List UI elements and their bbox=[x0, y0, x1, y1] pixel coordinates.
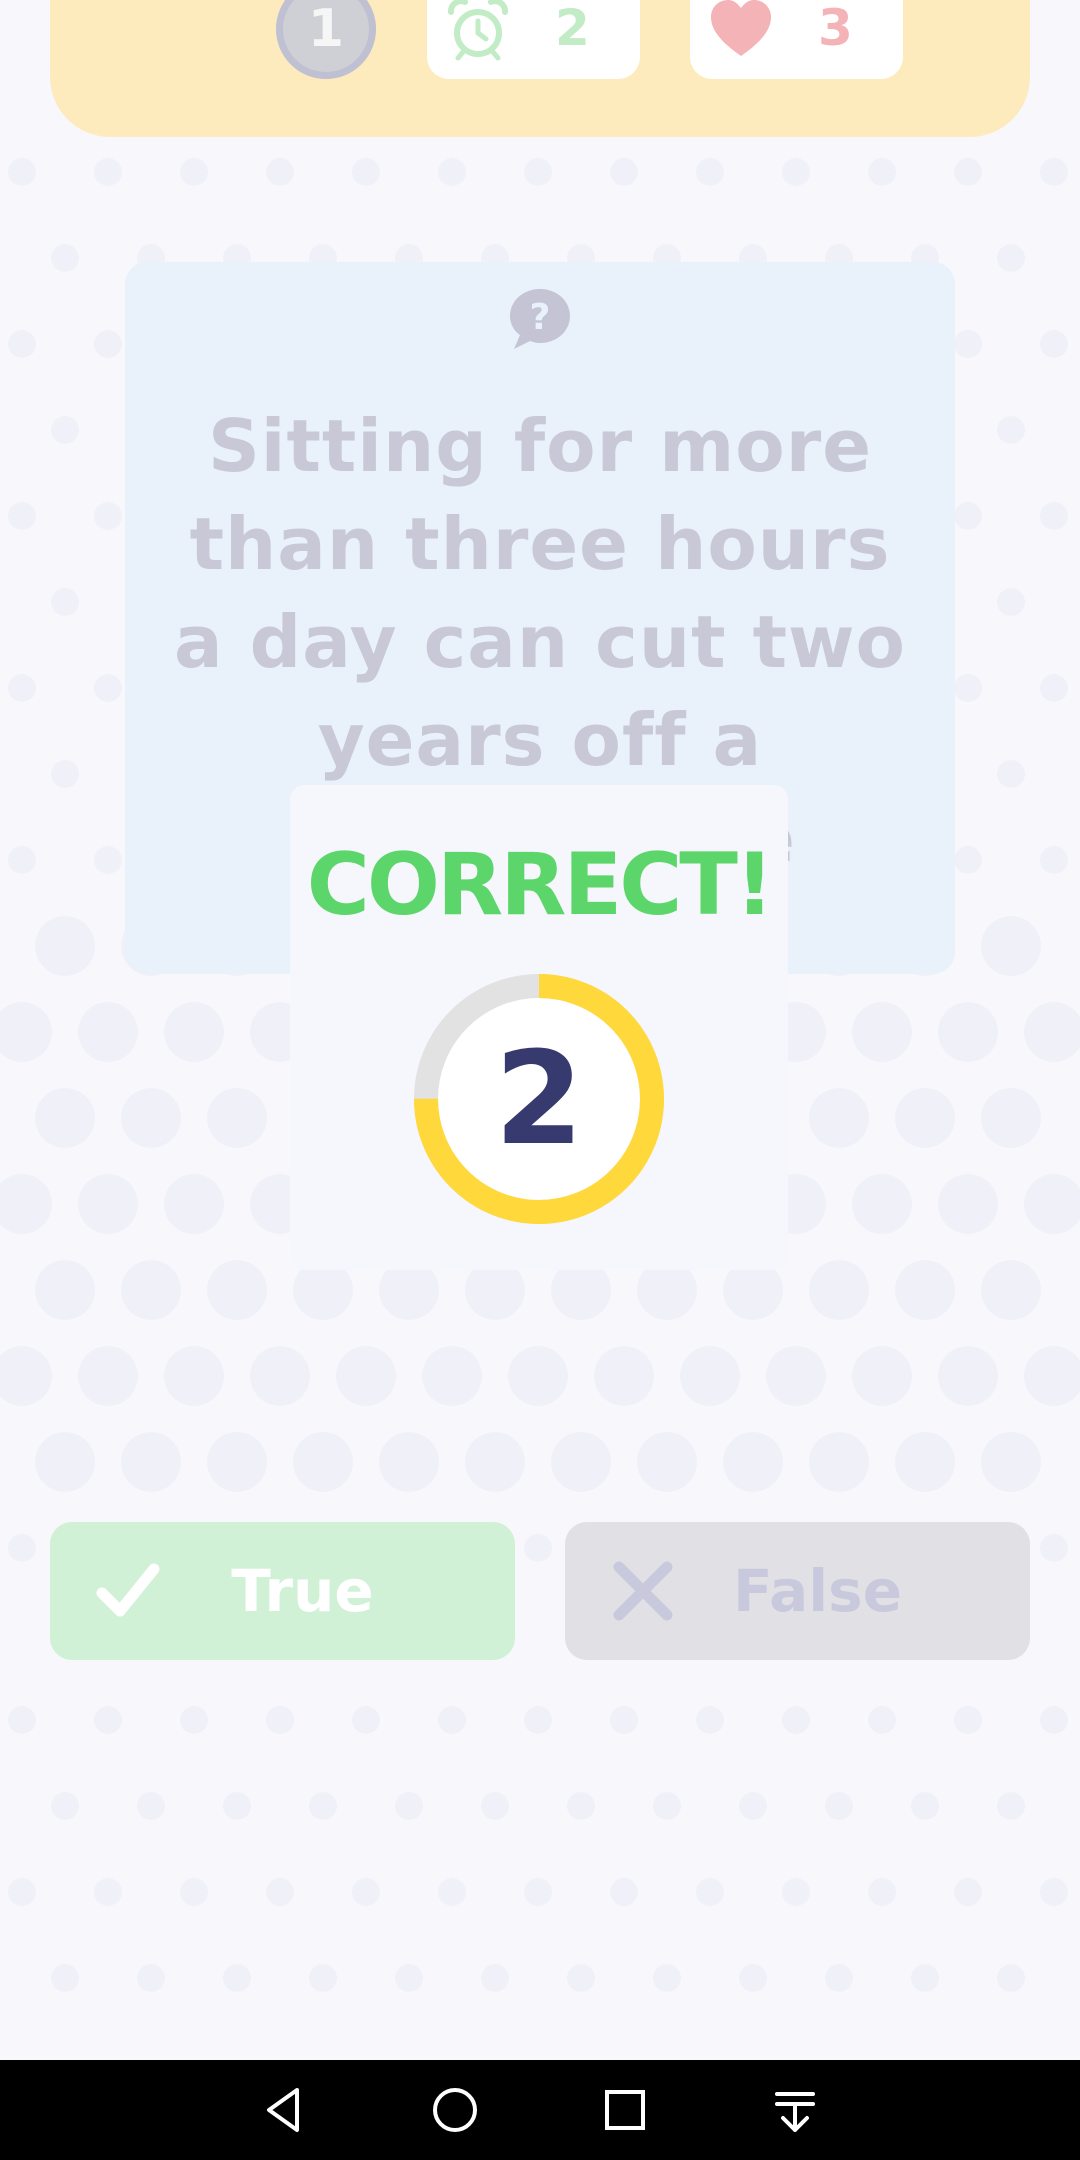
lives-value: 3 bbox=[818, 0, 853, 57]
false-button-label: False bbox=[732, 1557, 903, 1625]
recents-icon[interactable] bbox=[597, 2082, 653, 2138]
alarm-clock-icon bbox=[448, 0, 508, 61]
true-button[interactable]: True bbox=[50, 1522, 515, 1660]
back-icon[interactable] bbox=[257, 2082, 313, 2138]
timer-value: 2 bbox=[555, 0, 590, 57]
top-status-bar: 1 2 3 bbox=[50, 0, 1030, 137]
true-button-label: True bbox=[231, 1557, 374, 1625]
result-title: CORRECT! bbox=[306, 835, 774, 935]
false-button[interactable]: False bbox=[565, 1522, 1030, 1660]
countdown-number: 2 bbox=[494, 1024, 584, 1174]
question-bubble-icon: ? bbox=[510, 289, 570, 349]
result-popup: CORRECT! 2 bbox=[290, 785, 788, 1270]
level-badge: 1 bbox=[276, 0, 376, 79]
lives-pill: 3 bbox=[690, 0, 903, 79]
timer-pill: 2 bbox=[427, 0, 640, 79]
heart-icon bbox=[711, 0, 771, 56]
notification-drawer-icon[interactable] bbox=[767, 2082, 823, 2138]
home-icon[interactable] bbox=[427, 2082, 483, 2138]
android-navigation-bar bbox=[0, 2060, 1080, 2160]
svg-text:?: ? bbox=[530, 297, 551, 338]
